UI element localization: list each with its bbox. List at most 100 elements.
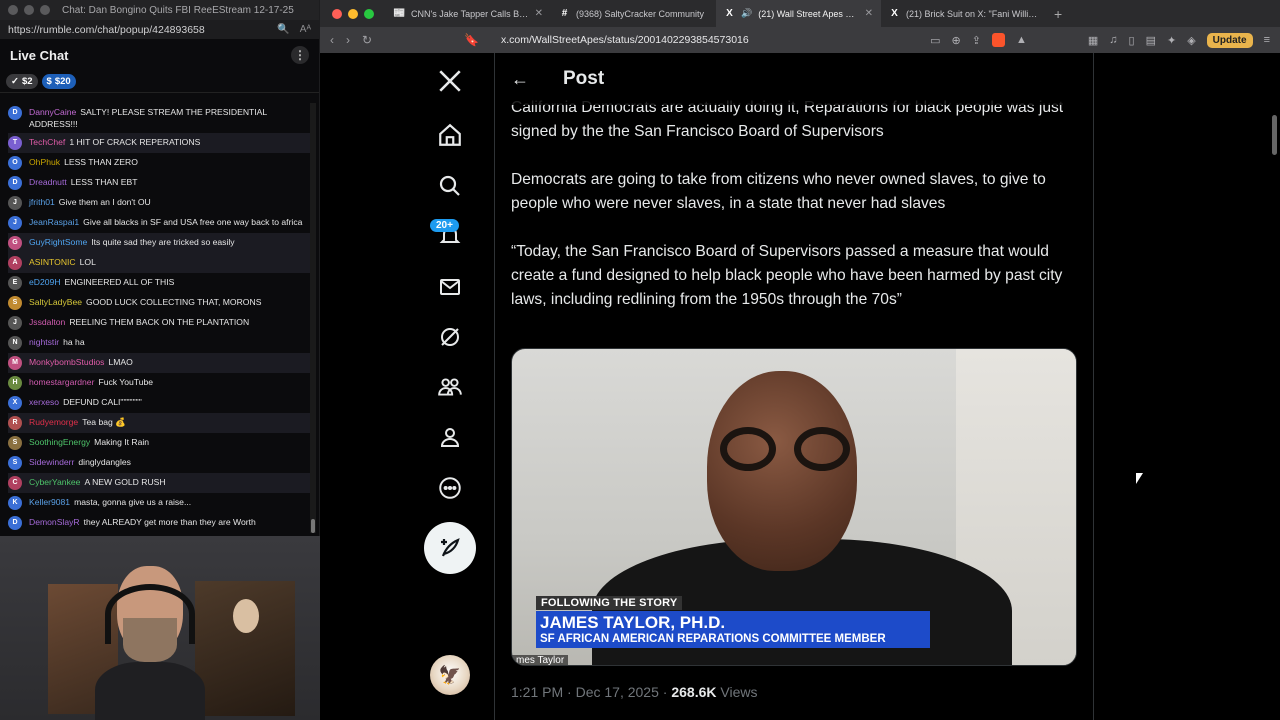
x-logo-icon[interactable] [432, 63, 468, 99]
chat-message[interactable]: Xxerxeso DEFUND CALI""""""" [8, 393, 312, 413]
reader-icon[interactable]: Aᴬ [300, 24, 311, 35]
chat-username[interactable]: homestargardner [29, 377, 94, 387]
rewards-icon[interactable]: ▲ [1016, 34, 1027, 46]
user-avatar[interactable]: S [8, 456, 22, 470]
chat-username[interactable]: jfrith01 [29, 197, 55, 207]
chat-username[interactable]: CyberYankee [29, 477, 80, 487]
chat-username[interactable]: SaltyLadyBee [29, 297, 82, 307]
user-avatar[interactable]: K [8, 496, 22, 510]
user-avatar[interactable]: X [8, 396, 22, 410]
user-avatar[interactable]: S [8, 296, 22, 310]
chat-username[interactable]: MonkybombStudios [29, 357, 104, 367]
chat-username[interactable]: nightstir [29, 337, 59, 347]
chat-username[interactable]: Jssdalton [29, 317, 65, 327]
chat-username[interactable]: xerxeso [29, 397, 59, 407]
chat-message[interactable]: J Jssdalton REELING THEM BACK ON THE PLANT… [8, 313, 312, 333]
forward-icon[interactable]: › [346, 33, 350, 47]
chat-message[interactable]: D DannyCaine SALTY! PLEASE STREAM THE PRES… [8, 103, 312, 133]
chat-message[interactable]: O OhPhuk LESS THAN ZERO [8, 153, 312, 173]
chat-message[interactable]: D Dreadnutt LESS THAN EBT [8, 173, 312, 193]
chat-username[interactable]: eD209H [29, 277, 61, 287]
user-avatar[interactable]: D [8, 176, 22, 190]
chat-username[interactable]: SoothingEnergy [29, 437, 90, 447]
chat-username[interactable]: OhPhuk [29, 157, 60, 167]
rant-pill[interactable]: ✓ $2 [6, 74, 38, 89]
zoom-icon[interactable]: 🔍 [277, 24, 289, 35]
user-avatar[interactable]: J [8, 196, 22, 210]
chat-username[interactable]: Rudyemorge [29, 417, 78, 427]
back-arrow-icon[interactable]: ← [511, 69, 529, 90]
sidebar-icon[interactable]: ▦ [1088, 34, 1098, 47]
chat-scrollbar[interactable] [310, 103, 316, 533]
chat-message[interactable]: Jjfrith01 Give them an I don't OU [8, 193, 312, 213]
update-button[interactable]: Update [1206, 32, 1253, 48]
zoom-icon[interactable]: ⊕ [952, 34, 961, 47]
vpn-icon[interactable]: ◈ [1187, 34, 1195, 47]
rant-pill[interactable]: $ $20 [41, 74, 76, 89]
chat-username[interactable]: GuyRightSome [29, 237, 87, 247]
menu-icon[interactable]: ≡ [1264, 34, 1270, 46]
tab-saltycracker[interactable]: # (9368) SaltyCracker Community [551, 0, 716, 27]
reload-icon[interactable]: ↻ [362, 33, 372, 47]
chat-message[interactable]: S SaltyLadyBee GOOD LUCK COLLECTING THAT, … [8, 293, 312, 313]
chat-window-controls[interactable] [8, 5, 50, 15]
more-options-icon[interactable]: ⋮ [291, 46, 309, 64]
chat-message[interactable]: D DemonSlayR they ALREADY get more than th… [8, 513, 312, 533]
close-icon[interactable]: ✕ [865, 8, 873, 19]
music-icon[interactable]: ♫ [1109, 34, 1117, 46]
share-icon[interactable]: ⇪ [972, 34, 981, 47]
user-avatar[interactable]: E [8, 276, 22, 290]
bookmark-icon[interactable]: 🔖 [464, 33, 479, 47]
address-bar[interactable]: x.com/WallStreetApes/status/200140229385… [501, 34, 918, 46]
leo-icon[interactable]: ✦ [1167, 34, 1176, 47]
back-icon[interactable]: ‹ [330, 33, 334, 47]
post-date[interactable]: Dec 17, 2025 [576, 684, 659, 700]
chat-message[interactable]: M MonkybombStudios LMAO [8, 353, 312, 373]
panel-icon[interactable]: ▯ [1129, 34, 1135, 47]
browser-window-controls[interactable] [332, 8, 374, 19]
user-avatar[interactable]: M [8, 356, 22, 370]
chat-username[interactable]: DemonSlayR [29, 517, 80, 527]
user-avatar[interactable]: D [8, 106, 22, 120]
speaker-icon[interactable]: 🔊 [741, 8, 752, 19]
chat-message[interactable]: G GuyRightSome Its quite sad they are tric… [8, 233, 312, 253]
account-avatar[interactable]: 🦅 [430, 655, 470, 695]
new-tab-button[interactable]: + [1054, 6, 1062, 22]
user-avatar[interactable]: J [8, 316, 22, 330]
chat-message[interactable]: R Rudyemorge Tea bag 💰 [8, 413, 312, 433]
compose-post-button[interactable] [424, 522, 476, 574]
chat-message[interactable]: Hhomestargardner Fuck YouTube [8, 373, 312, 393]
wallet-icon[interactable]: ▤ [1146, 34, 1156, 47]
post-time[interactable]: 1:21 PM [511, 684, 563, 700]
post-video[interactable]: FOLLOWING THE STORY JAMES TAYLOR, PH.D. … [511, 348, 1077, 666]
page-scrollbar[interactable] [1272, 115, 1277, 155]
user-avatar[interactable]: A [8, 256, 22, 270]
chat-username[interactable]: ASINTONIC [29, 257, 76, 267]
chat-message[interactable]: J JeanRaspai1 Give all blacks in SF and US… [8, 213, 312, 233]
chat-message[interactable]: K Keller9081 masta, gonna give us a raise.… [8, 493, 312, 513]
chat-username[interactable]: Keller9081 [29, 497, 70, 507]
chat-urlbar[interactable]: https://rumble.com/chat/popup/424893658 … [0, 20, 319, 39]
chat-message[interactable]: A ASINTONIC LOL [8, 253, 312, 273]
chat-username[interactable]: TechChef [29, 137, 65, 147]
profile-icon[interactable] [432, 419, 468, 455]
chat-message[interactable]: S Sidewinderr dinglydangles [8, 453, 312, 473]
tab-wall-street-apes[interactable]: X 🔊 (21) Wall Street Apes on X: ✕ [716, 0, 881, 27]
chat-message[interactable]: T TechChef 1 HIT OF CRACK REPERATIONS [8, 133, 312, 153]
chat-username[interactable]: Dreadnutt [29, 177, 67, 187]
communities-icon[interactable] [432, 369, 468, 405]
more-icon[interactable] [432, 470, 468, 506]
chat-username[interactable]: DannyCaine [29, 107, 76, 117]
brave-shield-icon[interactable] [991, 33, 1005, 47]
user-avatar[interactable]: C [8, 476, 22, 490]
user-avatar[interactable]: T [8, 136, 22, 150]
user-avatar[interactable]: O [8, 156, 22, 170]
chat-message-list[interactable]: D DannyCaine SALTY! PLEASE STREAM THE PRES… [0, 103, 312, 533]
messages-icon[interactable] [432, 269, 468, 305]
tab-cnn[interactable]: 📰 CNN's Jake Tapper Calls Black DC ✕ [386, 0, 551, 27]
user-avatar[interactable]: N [8, 336, 22, 350]
chat-username[interactable]: Sidewinderr [29, 457, 74, 467]
search-icon[interactable] [432, 168, 468, 204]
cast-icon[interactable]: ▭ [930, 34, 940, 47]
chat-message[interactable]: C CyberYankee A NEW GOLD RUSH [8, 473, 312, 493]
